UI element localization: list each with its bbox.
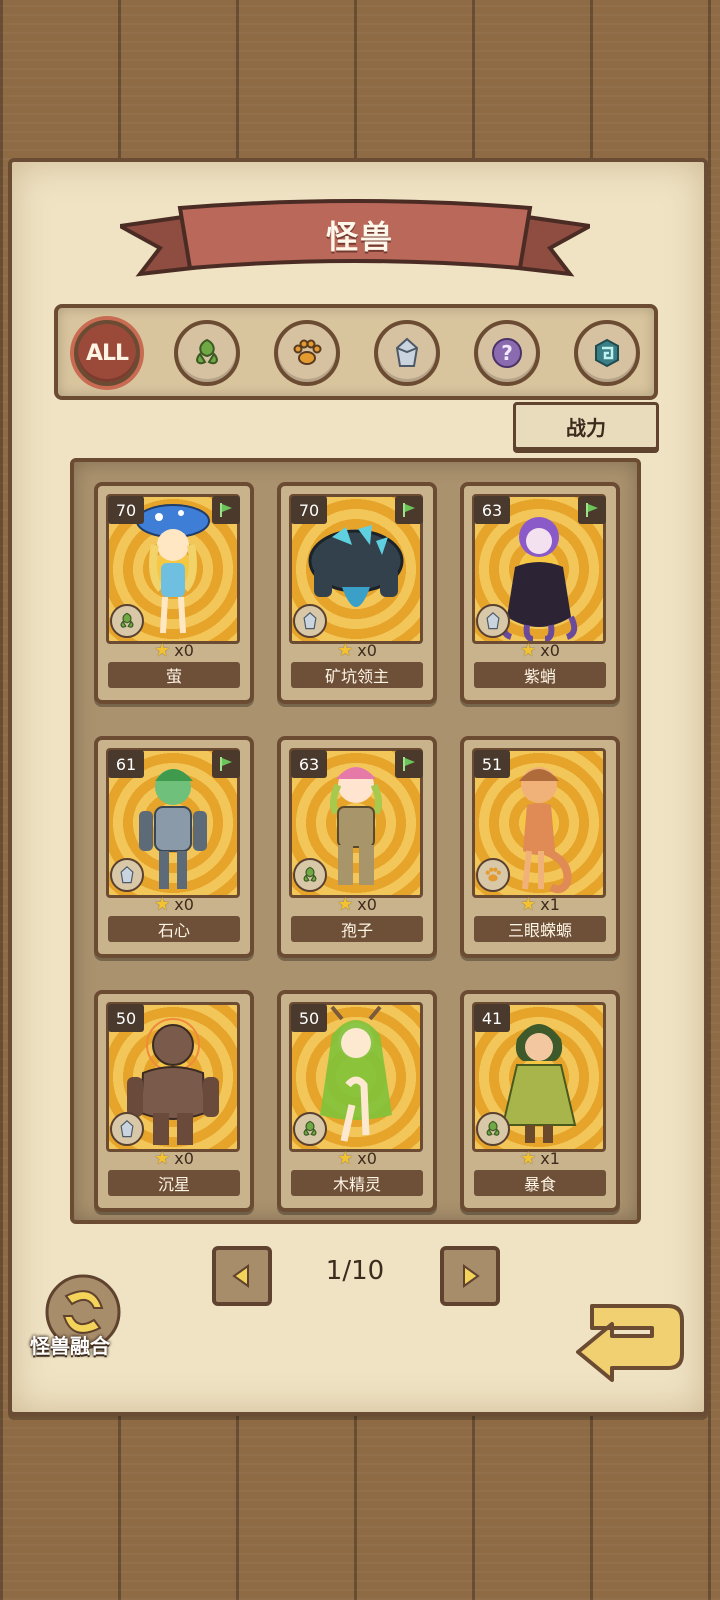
star-count: ★ x0 (98, 1148, 250, 1169)
monster-name: 木精灵 (291, 1170, 423, 1196)
monster-card[interactable]: 51 ★ x1 三眼蝾螈 (460, 736, 620, 958)
monster-card[interactable]: 63 ★ x0 紫蛸 (460, 482, 620, 704)
filter-bar: ALL ? (54, 304, 658, 400)
filter-all-button[interactable]: ALL (74, 320, 140, 386)
star-icon: ★ (337, 640, 354, 661)
monster-name: 沉星 (108, 1170, 240, 1196)
sort-power-button[interactable]: 战力 (513, 402, 659, 450)
star-icon: ★ (520, 894, 537, 915)
crystal-icon (395, 337, 419, 367)
flag-icon (395, 496, 423, 524)
count-text: x0 (174, 1149, 194, 1168)
return-arrow-icon (576, 1304, 684, 1382)
crystal-icon (476, 604, 510, 638)
next-page-button[interactable] (440, 1246, 500, 1306)
count-text: x0 (357, 641, 377, 660)
monster-name: 萤 (108, 662, 240, 688)
count-text: x0 (357, 1149, 377, 1168)
level-badge: 70 (291, 496, 327, 524)
level-badge: 51 (474, 750, 510, 778)
star-count: ★ x0 (281, 894, 433, 915)
rune-icon (595, 338, 619, 368)
star-count: ★ x1 (464, 1148, 616, 1169)
crystal-icon (293, 604, 327, 638)
count-text: x0 (540, 641, 560, 660)
filter-unknown-button[interactable]: ? (474, 320, 540, 386)
level-badge: 63 (474, 496, 510, 524)
leaf-icon (293, 1112, 327, 1146)
leaf-icon (476, 1112, 510, 1146)
filter-beast-button[interactable] (274, 320, 340, 386)
page-title: 怪兽 (325, 218, 394, 256)
filter-mineral-button[interactable] (374, 320, 440, 386)
monster-name: 三眼蝾螈 (474, 916, 606, 942)
leaf-icon (293, 858, 327, 892)
star-icon: ★ (520, 1148, 537, 1169)
monster-card[interactable]: 50 ★ x0 木精灵 (277, 990, 437, 1212)
star-count: ★ x0 (98, 640, 250, 661)
flag-icon (395, 750, 423, 778)
question-icon: ? (492, 338, 522, 368)
star-icon: ★ (520, 640, 537, 661)
monster-card[interactable]: 41 ★ x1 暴食 (460, 990, 620, 1212)
all-label: ALL (85, 340, 129, 366)
paw-icon (293, 339, 322, 365)
star-icon: ★ (337, 1148, 354, 1169)
star-icon: ★ (154, 894, 171, 915)
flag-icon (578, 496, 606, 524)
level-badge: 50 (291, 1004, 327, 1032)
paw-icon (476, 858, 510, 892)
monster-card[interactable]: 70 ★ x0 萤 (94, 482, 254, 704)
level-badge: 70 (108, 496, 144, 524)
page-indicator: 1/10 (325, 1256, 385, 1286)
back-button[interactable] (572, 1288, 688, 1388)
monster-grid: 70 ★ x0 萤 70 ★ x0 矿坑领主 63 ★ x0 紫蛸 61 ★ x… (70, 458, 641, 1224)
level-badge: 63 (291, 750, 327, 778)
leaf-icon (110, 604, 144, 638)
prev-page-button[interactable] (212, 1246, 272, 1306)
monster-name: 暴食 (474, 1170, 606, 1196)
star-count: ★ x0 (281, 1148, 433, 1169)
monster-name: 矿坑领主 (291, 662, 423, 688)
monster-name: 孢子 (291, 916, 423, 942)
arrow-right-icon (463, 1264, 480, 1288)
fusion-label: 怪兽融合 (30, 1334, 110, 1358)
count-text: x1 (540, 1149, 560, 1168)
count-text: x0 (174, 641, 194, 660)
star-count: ★ x0 (464, 640, 616, 661)
crystal-icon (110, 1112, 144, 1146)
filter-plant-button[interactable] (174, 320, 240, 386)
filter-special-button[interactable] (574, 320, 640, 386)
count-text: x0 (357, 895, 377, 914)
level-badge: 50 (108, 1004, 144, 1032)
monster-name: 石心 (108, 916, 240, 942)
monster-name: 紫蛸 (474, 662, 606, 688)
star-icon: ★ (154, 1148, 171, 1169)
monster-card[interactable]: 63 ★ x0 孢子 (277, 736, 437, 958)
star-count: ★ x0 (281, 640, 433, 661)
monster-card[interactable]: 61 ★ x0 石心 (94, 736, 254, 958)
monster-card[interactable]: 50 ★ x0 沉星 (94, 990, 254, 1212)
monster-card[interactable]: 70 ★ x0 矿坑领主 (277, 482, 437, 704)
star-icon: ★ (154, 640, 171, 661)
flag-icon (212, 496, 240, 524)
count-text: x1 (540, 895, 560, 914)
star-count: ★ x0 (98, 894, 250, 915)
arrow-left-icon (232, 1264, 249, 1288)
star-count: ★ x1 (464, 894, 616, 915)
crystal-icon (110, 858, 144, 892)
leaf-icon (196, 338, 218, 365)
level-badge: 61 (108, 750, 144, 778)
svg-text:?: ? (501, 341, 513, 365)
level-badge: 41 (474, 1004, 510, 1032)
flag-icon (212, 750, 240, 778)
count-text: x0 (174, 895, 194, 914)
star-icon: ★ (337, 894, 354, 915)
